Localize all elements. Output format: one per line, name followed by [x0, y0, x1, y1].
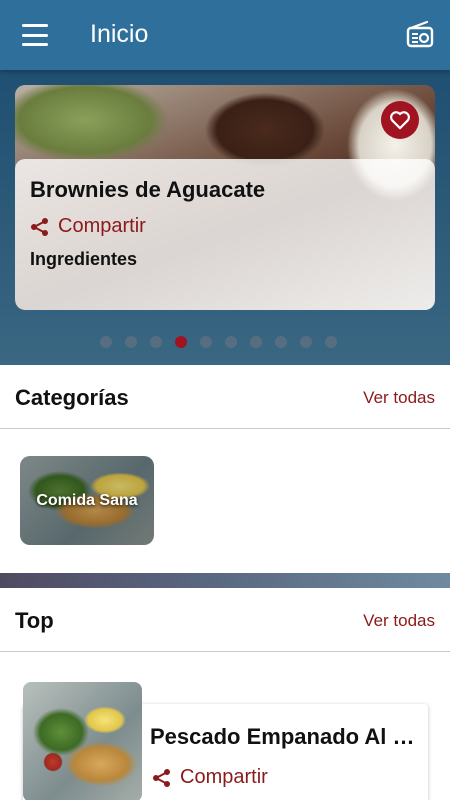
categories-header: Categorías Ver todas: [0, 365, 450, 429]
carousel-dot[interactable]: [275, 336, 287, 348]
section-divider: [0, 573, 450, 588]
app-bar: Inicio: [0, 0, 450, 70]
categories-see-all-link[interactable]: Ver todas: [363, 388, 435, 408]
top-recipe-thumbnail[interactable]: [23, 682, 142, 800]
carousel-dot[interactable]: [300, 336, 312, 348]
hamburger-menu-icon[interactable]: [22, 24, 48, 46]
featured-recipe-title: Brownies de Aguacate: [30, 177, 266, 202]
share-label: Compartir: [58, 215, 146, 237]
carousel-dot[interactable]: [100, 336, 112, 348]
carousel-dot[interactable]: [175, 336, 187, 348]
top-recipe-title[interactable]: Pescado Empanado Al Horno con Ensalada: [150, 724, 420, 750]
carousel-dot[interactable]: [150, 336, 162, 348]
categories-title: Categorías: [15, 385, 129, 410]
share-label: Compartir: [180, 766, 268, 788]
carousel-dot[interactable]: [325, 336, 337, 348]
favorite-button[interactable]: [381, 101, 419, 139]
category-card[interactable]: Comida Sana: [20, 456, 154, 545]
carousel-dot[interactable]: [250, 336, 262, 348]
top-list: Pescado Empanado Al Horno con Ensalada C…: [0, 652, 450, 800]
heart-icon: [390, 111, 410, 130]
top-title: Top: [15, 608, 54, 633]
top-recipe-share-button[interactable]: Compartir: [152, 766, 268, 789]
featured-recipe-card[interactable]: Brownies de Aguacate Compartir Ingredien…: [15, 85, 435, 310]
top-header: Top Ver todas: [0, 588, 450, 652]
page-title: Inicio: [90, 20, 149, 48]
carousel-dot[interactable]: [225, 336, 237, 348]
carousel-dot[interactable]: [125, 336, 137, 348]
top-see-all-link[interactable]: Ver todas: [363, 611, 435, 631]
radio-icon[interactable]: [406, 20, 434, 48]
featured-recipe-info: Brownies de Aguacate Compartir Ingredien…: [15, 159, 435, 310]
share-icon: [153, 768, 170, 787]
share-icon: [31, 217, 48, 236]
share-button[interactable]: Compartir: [30, 215, 146, 238]
carousel-indicator: [100, 336, 337, 348]
carousel-dot[interactable]: [200, 336, 212, 348]
featured-carousel: Brownies de Aguacate Compartir Ingredien…: [0, 70, 450, 365]
categories-list: Comida Sana: [0, 429, 450, 573]
ingredients-link[interactable]: Ingredientes: [30, 249, 137, 270]
category-label: Comida Sana: [36, 492, 138, 509]
